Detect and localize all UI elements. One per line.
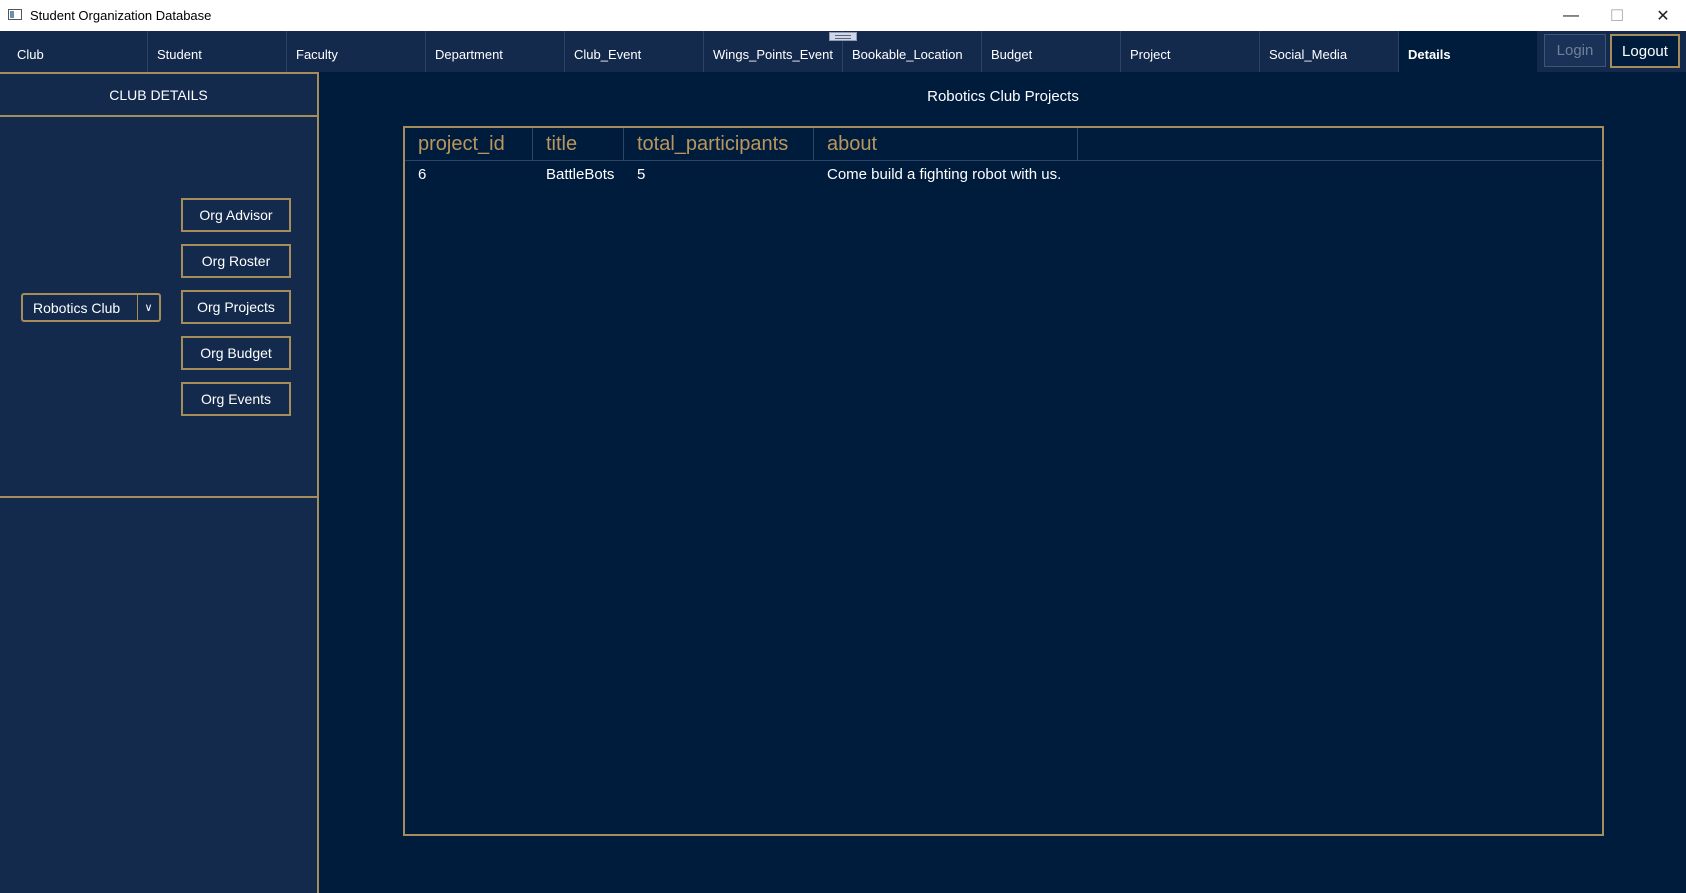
tab-wings-points-event[interactable]: Wings_Points_Event (703, 31, 842, 72)
table-header: project_id title total_participants abou… (405, 128, 1602, 161)
org-roster-button[interactable]: Org Roster (181, 244, 291, 278)
club-select[interactable]: Robotics Club ∨ (21, 293, 161, 322)
org-budget-button[interactable]: Org Budget (181, 336, 291, 370)
tab-club[interactable]: Club (0, 31, 147, 72)
column-header-about[interactable]: about (814, 128, 1078, 160)
panel-header: CLUB DETAILS (0, 72, 317, 117)
tab-project[interactable]: Project (1120, 31, 1259, 72)
tab-club-event[interactable]: Club_Event (564, 31, 703, 72)
window-titlebar: Student Organization Database — ☐ ✕ (0, 0, 1686, 32)
cell-total-participants: 5 (637, 166, 646, 183)
logout-button[interactable]: Logout (1610, 34, 1680, 68)
app-icon (8, 9, 22, 20)
minimize-icon[interactable]: — (1548, 0, 1594, 31)
panel-divider (0, 496, 317, 498)
login-button[interactable]: Login (1544, 34, 1606, 67)
tab-faculty[interactable]: Faculty (286, 31, 425, 72)
chevron-down-icon[interactable]: ∨ (138, 301, 159, 314)
cell-about: Come build a fighting robot with us. (827, 166, 1062, 183)
tab-social-media[interactable]: Social_Media (1259, 31, 1398, 72)
close-icon[interactable]: ✕ (1640, 0, 1686, 31)
projects-table[interactable]: project_id title total_participants abou… (403, 126, 1604, 836)
page-title: Robotics Club Projects (927, 88, 1079, 105)
org-advisor-button[interactable]: Org Advisor (181, 198, 291, 232)
org-projects-button[interactable]: Org Projects (181, 290, 291, 324)
tab-details[interactable]: Details (1398, 31, 1537, 72)
column-header-project-id[interactable]: project_id (405, 128, 533, 160)
maximize-icon[interactable]: ☐ (1594, 0, 1640, 31)
tab-bookable-location[interactable]: Bookable_Location (842, 31, 981, 72)
tab-budget[interactable]: Budget (981, 31, 1120, 72)
window-title: Student Organization Database (30, 8, 212, 23)
drag-handle[interactable] (829, 32, 857, 41)
org-events-button[interactable]: Org Events (181, 382, 291, 416)
column-header-title[interactable]: title (533, 128, 624, 160)
tab-student[interactable]: Student (147, 31, 286, 72)
cell-title: BattleBots (546, 166, 615, 183)
cell-project-id: 6 (418, 166, 427, 183)
club-details-panel: CLUB DETAILS Robotics Club ∨ Org Advisor… (0, 72, 319, 893)
club-select-value: Robotics Club (33, 299, 121, 316)
column-header-total-participants[interactable]: total_participants (624, 128, 814, 160)
tab-department[interactable]: Department (425, 31, 564, 72)
